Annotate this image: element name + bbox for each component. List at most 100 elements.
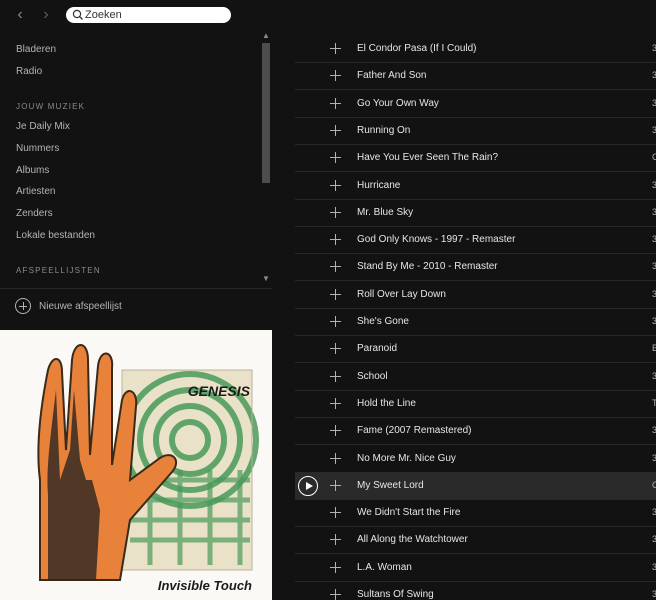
track-artist-truncated[interactable]: 3 <box>652 534 656 544</box>
track-artist-truncated[interactable]: 3 <box>652 70 656 80</box>
track-row[interactable]: Sultans Of Swing 3 <box>295 582 656 600</box>
add-plus-icon[interactable] <box>330 589 341 600</box>
add-plus-icon[interactable] <box>330 234 341 246</box>
add-plus-icon[interactable] <box>330 206 341 218</box>
back-chevron-icon[interactable]: ‹ <box>12 6 28 24</box>
track-artist-truncated[interactable]: 3 <box>652 43 656 53</box>
track-artist-truncated[interactable]: 3 <box>652 207 656 217</box>
track-row[interactable]: Running On 3 <box>295 118 656 145</box>
track-artist-truncated[interactable]: 3 <box>652 316 656 326</box>
nav-item-artists[interactable]: Artiesten <box>16 186 55 197</box>
track-row[interactable]: School 3 <box>295 364 656 391</box>
track-title: My Sweet Lord <box>357 479 424 491</box>
track-row[interactable]: L.A. Woman 3 <box>295 555 656 582</box>
section-heading-playlists: AFSPEELLIJSTEN <box>16 266 101 275</box>
track-row[interactable]: All Along the Watchtower 3 <box>295 527 656 555</box>
scroll-up-icon[interactable]: ▲ <box>260 31 272 41</box>
nav-item-browse[interactable]: Bladeren <box>16 44 56 55</box>
nav-item-radio[interactable]: Radio <box>16 66 42 77</box>
nav-item-stations[interactable]: Zenders <box>16 208 53 219</box>
track-row[interactable]: Roll Over Lay Down 3 <box>295 282 656 309</box>
track-artist-truncated[interactable]: 3 <box>652 125 656 135</box>
track-title: Go Your Own Way <box>357 97 439 109</box>
track-artist-truncated[interactable]: 3 <box>652 289 656 299</box>
track-title: No More Mr. Nice Guy <box>357 452 456 464</box>
add-plus-icon[interactable] <box>330 70 341 82</box>
track-title: L.A. Woman <box>357 561 412 573</box>
add-plus-icon[interactable] <box>330 370 341 382</box>
track-row[interactable]: No More Mr. Nice Guy 3 <box>295 446 656 473</box>
track-artist-truncated[interactable]: C <box>652 152 656 162</box>
track-row[interactable]: Father And Son 3 <box>295 63 656 91</box>
track-artist-truncated[interactable]: C <box>652 480 656 490</box>
track-row[interactable]: El Condor Pasa (If I Could) 3 <box>295 36 656 63</box>
track-title: Mr. Blue Sky <box>357 206 414 218</box>
album-artist-text: GENESIS <box>188 383 251 399</box>
track-title: Hold the Line <box>357 397 416 409</box>
add-plus-icon[interactable] <box>330 479 341 491</box>
track-artist-truncated[interactable]: 3 <box>652 371 656 381</box>
track-title: Sultans Of Swing <box>357 589 434 600</box>
add-plus-icon[interactable] <box>330 124 341 136</box>
add-plus-icon[interactable] <box>330 397 341 409</box>
track-row[interactable]: My Sweet Lord C <box>295 472 656 500</box>
track-row[interactable]: Go Your Own Way 3 <box>295 91 656 118</box>
track-title: El Condor Pasa (If I Could) <box>357 43 477 54</box>
track-row[interactable]: Paranoid B <box>295 336 656 364</box>
track-artist-truncated[interactable]: 3 <box>652 453 656 463</box>
nav-item-albums[interactable]: Albums <box>16 165 49 176</box>
track-artist-truncated[interactable]: 3 <box>652 507 656 517</box>
nav-item-songs[interactable]: Nummers <box>16 143 59 154</box>
track-artist-truncated[interactable]: 3 <box>652 425 656 435</box>
add-plus-icon[interactable] <box>330 534 341 546</box>
add-plus-icon[interactable] <box>330 343 341 355</box>
track-row[interactable]: Fame (2007 Remastered) 3 <box>295 418 656 446</box>
track-artist-truncated[interactable]: 3 <box>652 261 656 271</box>
search-input[interactable] <box>85 7 225 23</box>
scrollbar-thumb[interactable] <box>262 43 270 183</box>
track-row[interactable]: Hurricane 3 <box>295 173 656 200</box>
track-artist-truncated[interactable]: 3 <box>652 562 656 572</box>
track-title: Running On <box>357 124 411 136</box>
track-row[interactable]: Mr. Blue Sky 3 <box>295 200 656 227</box>
add-plus-icon[interactable] <box>330 43 341 54</box>
add-plus-icon[interactable] <box>330 316 341 327</box>
add-plus-icon[interactable] <box>330 97 341 109</box>
new-playlist-label: Nieuwe afspeellijst <box>39 301 122 312</box>
track-row[interactable]: Hold the Line T <box>295 391 656 418</box>
add-plus-icon[interactable] <box>330 507 341 519</box>
add-plus-icon[interactable] <box>330 179 341 191</box>
track-artist-truncated[interactable]: 3 <box>652 98 656 108</box>
album-art-image: GENESIS Invisible Touch <box>0 330 272 600</box>
track-row[interactable]: Stand By Me - 2010 - Remaster 3 <box>295 254 656 282</box>
new-playlist-button[interactable]: Nieuwe afspeellijst <box>0 288 272 331</box>
forward-chevron-icon[interactable]: › <box>38 6 54 24</box>
add-plus-icon[interactable] <box>330 561 341 573</box>
top-bar: ‹ › <box>0 0 656 30</box>
track-title: Stand By Me - 2010 - Remaster <box>357 261 498 273</box>
add-plus-icon[interactable] <box>330 152 341 164</box>
track-artist-truncated[interactable]: 3 <box>652 180 656 190</box>
track-row[interactable]: She's Gone 3 <box>295 309 656 336</box>
track-row[interactable]: We Didn't Start the Fire 3 <box>295 500 656 528</box>
track-row[interactable]: God Only Knows - 1997 - Remaster 3 <box>295 227 656 255</box>
scroll-down-icon[interactable]: ▼ <box>260 274 272 284</box>
play-icon[interactable] <box>298 475 318 496</box>
track-artist-truncated[interactable]: 3 <box>652 589 656 599</box>
track-artist-truncated[interactable]: B <box>652 343 656 353</box>
track-artist-truncated[interactable]: T <box>652 398 656 408</box>
track-row[interactable]: Have You Ever Seen The Rain? C <box>295 145 656 173</box>
add-plus-icon[interactable] <box>330 261 341 273</box>
add-plus-icon[interactable] <box>330 425 341 437</box>
sidebar-scrollbar[interactable]: ▲ ▼ <box>260 30 272 286</box>
track-title: Roll Over Lay Down <box>357 288 446 300</box>
album-art[interactable]: GENESIS Invisible Touch <box>0 330 272 600</box>
search-box[interactable] <box>66 7 231 23</box>
add-plus-icon[interactable] <box>330 452 341 464</box>
track-artist-truncated[interactable]: 3 <box>652 234 656 244</box>
nav-item-local-files[interactable]: Lokale bestanden <box>16 230 95 241</box>
add-plus-icon[interactable] <box>330 288 341 300</box>
section-heading-your-music: JOUW MUZIEK <box>16 102 86 111</box>
nav-item-daily-mix[interactable]: Je Daily Mix <box>16 121 70 132</box>
sidebar-nav: Bladeren Radio JOUW MUZIEK Je Daily Mix … <box>0 30 260 286</box>
